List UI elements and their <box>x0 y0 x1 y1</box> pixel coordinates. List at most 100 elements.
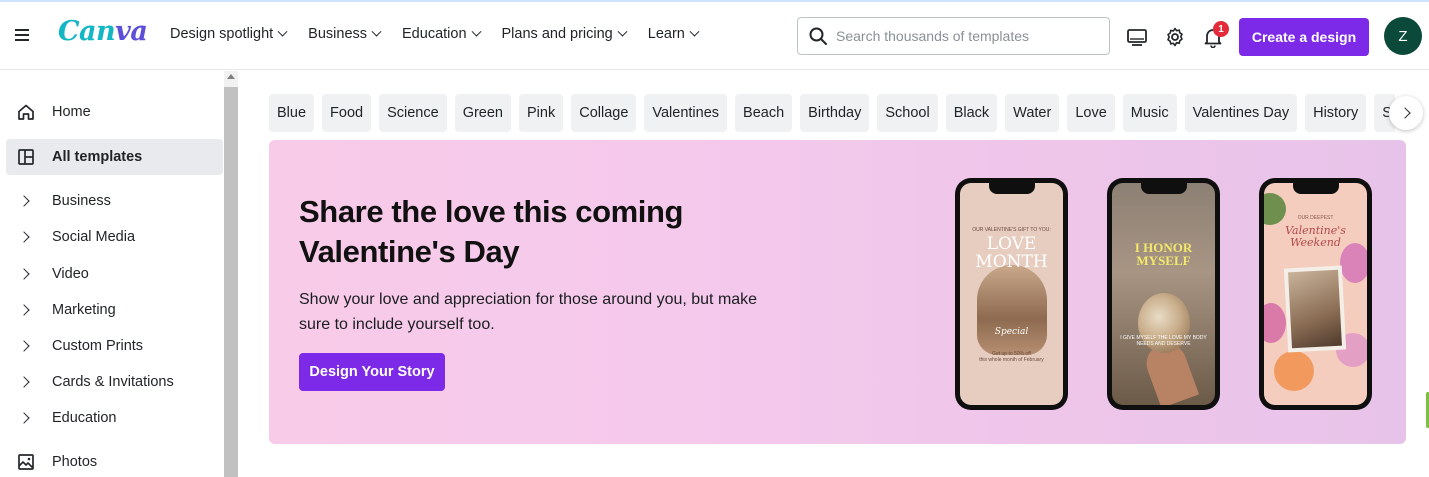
couple-photo <box>1283 265 1347 353</box>
sidebar-item-label: Photos <box>52 454 98 470</box>
chip[interactable]: Collage <box>571 94 637 132</box>
main-nav: Design spotlight Business Education Plan… <box>170 26 720 42</box>
chevron-down-icon <box>371 26 382 37</box>
chevron-right-icon <box>18 376 30 388</box>
phone-big-text-line: MONTH <box>975 252 1048 272</box>
chip[interactable]: Black <box>945 94 998 132</box>
search-input[interactable] <box>836 28 1096 44</box>
scroll-up-arrow-icon[interactable] <box>227 74 235 79</box>
sidebar-item-label: Social Media <box>52 229 136 245</box>
scroll-thumb[interactable] <box>224 87 238 477</box>
chevron-right-icon <box>18 340 30 352</box>
sidebar-item-home[interactable]: Home <box>6 94 223 130</box>
chip[interactable]: Science <box>379 94 447 132</box>
chevron-down-icon <box>689 26 700 37</box>
image-icon <box>18 454 34 470</box>
nav-label: Design spotlight <box>170 26 274 42</box>
nav-label: Plans and pricing <box>501 26 613 42</box>
phone-big-text-line: LOVE <box>986 234 1037 254</box>
desktop-icon[interactable] <box>1126 26 1148 48</box>
sidebar-item-custom-prints[interactable]: Custom Prints <box>6 328 223 364</box>
chevron-down-icon <box>277 26 288 37</box>
chip[interactable]: History <box>1305 94 1367 132</box>
logo-part-2: va <box>115 16 148 47</box>
banner-title-line: Valentine's Day <box>299 234 520 269</box>
sidebar-item-all-templates[interactable]: All templates <box>6 139 223 175</box>
nav-label: Education <box>402 26 467 42</box>
phone-screen: I HONOR MYSELF I GIVE MYSELF THE LOVE MY … <box>1112 183 1215 405</box>
flower-photo <box>977 265 1047 355</box>
sidebar-item-label: Custom Prints <box>52 338 144 354</box>
chip[interactable]: Valentines <box>644 94 728 132</box>
chip[interactable]: Blue <box>269 94 315 132</box>
phone-mockup-valentines-weekend[interactable]: OUR DEEPEST Valentine's Weekend <box>1259 178 1372 410</box>
sidebar-item-label: Home <box>52 104 91 120</box>
chip[interactable]: Music <box>1122 94 1177 132</box>
sidebar-item-label: Business <box>52 193 111 209</box>
phone-bottom-text-line: this whole month of February <box>979 357 1044 363</box>
phone-small-text-line: NEEDS AND DESERVE <box>1136 341 1191 347</box>
phone-mockup-love-month[interactable]: OUR VALENTINE'S GIFT TO YOU: LOVE MONTH S… <box>955 178 1068 410</box>
phone-screen: OUR VALENTINE'S GIFT TO YOU: LOVE MONTH S… <box>960 183 1063 405</box>
phone-script-text: Special <box>994 327 1029 337</box>
phone-big-text: I HONOR MYSELF <box>1112 241 1215 267</box>
nav-business[interactable]: Business <box>308 26 382 42</box>
nav-education[interactable]: Education <box>402 26 481 42</box>
search-box[interactable] <box>797 17 1110 55</box>
banner-description-line: sure to include yourself too. <box>299 316 495 333</box>
templates-icon <box>18 149 34 165</box>
chevron-right-icon <box>18 231 30 243</box>
settings-icon[interactable] <box>1164 26 1186 48</box>
nav-label: Learn <box>647 26 685 42</box>
chip[interactable]: Birthday <box>800 94 870 132</box>
chip[interactable]: Valentines Day <box>1184 94 1298 132</box>
sidebar-item-video[interactable]: Video <box>6 256 223 292</box>
chevron-right-icon <box>18 268 30 280</box>
phone-big-text-line: MYSELF <box>1136 253 1191 268</box>
menu-icon[interactable] <box>15 26 35 44</box>
sidebar-item-education[interactable]: Education <box>6 400 223 436</box>
nav-design-spotlight[interactable]: Design spotlight <box>170 26 288 42</box>
sidebar-item-label: Cards & Invitations <box>52 374 174 390</box>
flower-decoration <box>1264 303 1286 343</box>
sidebar-item-business[interactable]: Business <box>6 183 223 219</box>
nav-plans-pricing[interactable]: Plans and pricing <box>501 26 628 42</box>
chip[interactable]: Water <box>1005 94 1060 132</box>
phone-screen: OUR DEEPEST Valentine's Weekend <box>1264 183 1367 405</box>
chip[interactable]: Love <box>1067 94 1115 132</box>
design-your-story-button[interactable]: Design Your Story <box>299 353 445 391</box>
chip[interactable]: Green <box>454 94 511 132</box>
sidebar-item-label: All templates <box>52 149 143 165</box>
nav-learn[interactable]: Learn <box>647 26 700 42</box>
chevron-down-icon <box>617 26 628 37</box>
phone-bottom-text: Get up to 50% off this whole month of Feb… <box>960 351 1063 363</box>
avatar[interactable]: Z <box>1384 17 1422 55</box>
phone-mockup-i-honor-myself[interactable]: I HONOR MYSELF I GIVE MYSELF THE LOVE MY … <box>1107 178 1220 410</box>
chip[interactable]: School <box>877 94 938 132</box>
sidebar-item-label: Marketing <box>52 302 116 318</box>
canva-logo[interactable]: Canva <box>58 16 148 47</box>
flower-decoration <box>1340 243 1367 283</box>
phone-title-line: Weekend <box>1290 236 1341 249</box>
phone-big-text: LOVE MONTH <box>960 235 1063 271</box>
sidebar-item-photos[interactable]: Photos <box>6 444 223 477</box>
sidebar-scrollbar[interactable] <box>224 71 238 477</box>
category-chips: Blue Food Science Green Pink Collage Val… <box>269 94 1395 132</box>
search-icon <box>809 27 827 45</box>
home-icon <box>18 104 34 120</box>
chevron-right-icon <box>18 304 30 316</box>
banner-title: Share the love this coming Valentine's Da… <box>299 192 819 272</box>
chip[interactable]: Pink <box>519 94 564 132</box>
banner-description-line: Show your love and appreciation for thos… <box>299 291 758 308</box>
phone-top-text: OUR DEEPEST <box>1297 215 1334 221</box>
create-design-button[interactable]: Create a design <box>1239 18 1369 56</box>
sidebar-item-social-media[interactable]: Social Media <box>6 219 223 255</box>
chip[interactable]: Food <box>322 94 372 132</box>
banner-description: Show your love and appreciation for thos… <box>299 287 799 337</box>
phone-top-text: OUR VALENTINE'S GIFT TO YOU: <box>972 227 1051 233</box>
sidebar-item-marketing[interactable]: Marketing <box>6 292 223 328</box>
chevron-right-icon <box>18 195 30 207</box>
chip[interactable]: Beach <box>735 94 793 132</box>
chips-next-button[interactable] <box>1389 96 1423 130</box>
sidebar-item-cards-invitations[interactable]: Cards & Invitations <box>6 364 223 400</box>
